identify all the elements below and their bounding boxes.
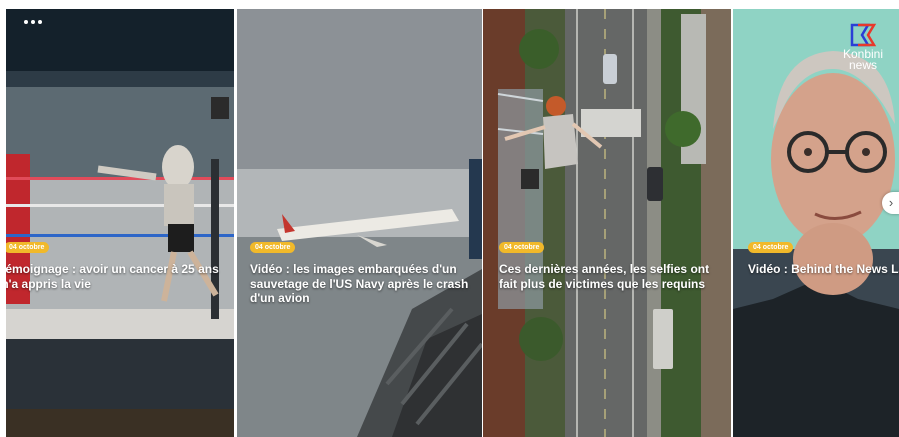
story-title: Témoignage : avoir un cancer à 25 ans m'… xyxy=(6,262,219,291)
story-title: Vidéo : Behind the News Laurent Ruquier xyxy=(748,262,899,276)
story-date-badge: 04 octobre xyxy=(499,242,545,253)
story-date-badge: 04 octobre xyxy=(250,242,296,253)
stories-carousel: 04 octobre Témoignage : avoir un cancer … xyxy=(6,9,899,437)
story-thumbnail-selfie xyxy=(483,9,731,437)
story-date-badge: 04 octobre xyxy=(748,242,794,253)
brand-sub: news xyxy=(848,58,877,72)
story-card-interview[interactable]: Konbini news 04 octobre Vidéo : Behind t… xyxy=(733,9,899,437)
konbini-logo: Konbini news xyxy=(837,23,889,71)
konbini-logo-icon xyxy=(850,23,877,47)
more-horizontal-icon[interactable] xyxy=(24,20,42,24)
story-card-selfie[interactable]: 04 octobre Ces dernières années, les sel… xyxy=(483,9,731,437)
story-card-boxing[interactable]: 04 octobre Témoignage : avoir un cancer … xyxy=(6,9,234,437)
story-title: Vidéo : les images embarquées d'un sauve… xyxy=(250,262,469,305)
story-card-plane[interactable]: 04 octobre Vidéo : les images embarquées… xyxy=(237,9,482,437)
story-thumbnail-plane xyxy=(237,9,482,437)
story-thumbnail-boxing xyxy=(6,9,234,437)
chevron-right-icon[interactable]: › xyxy=(882,192,899,214)
story-title: Ces dernières années, les selfies ont fa… xyxy=(499,262,710,291)
story-date-badge: 04 octobre xyxy=(6,242,50,253)
story-thumbnail-interview xyxy=(733,9,899,437)
